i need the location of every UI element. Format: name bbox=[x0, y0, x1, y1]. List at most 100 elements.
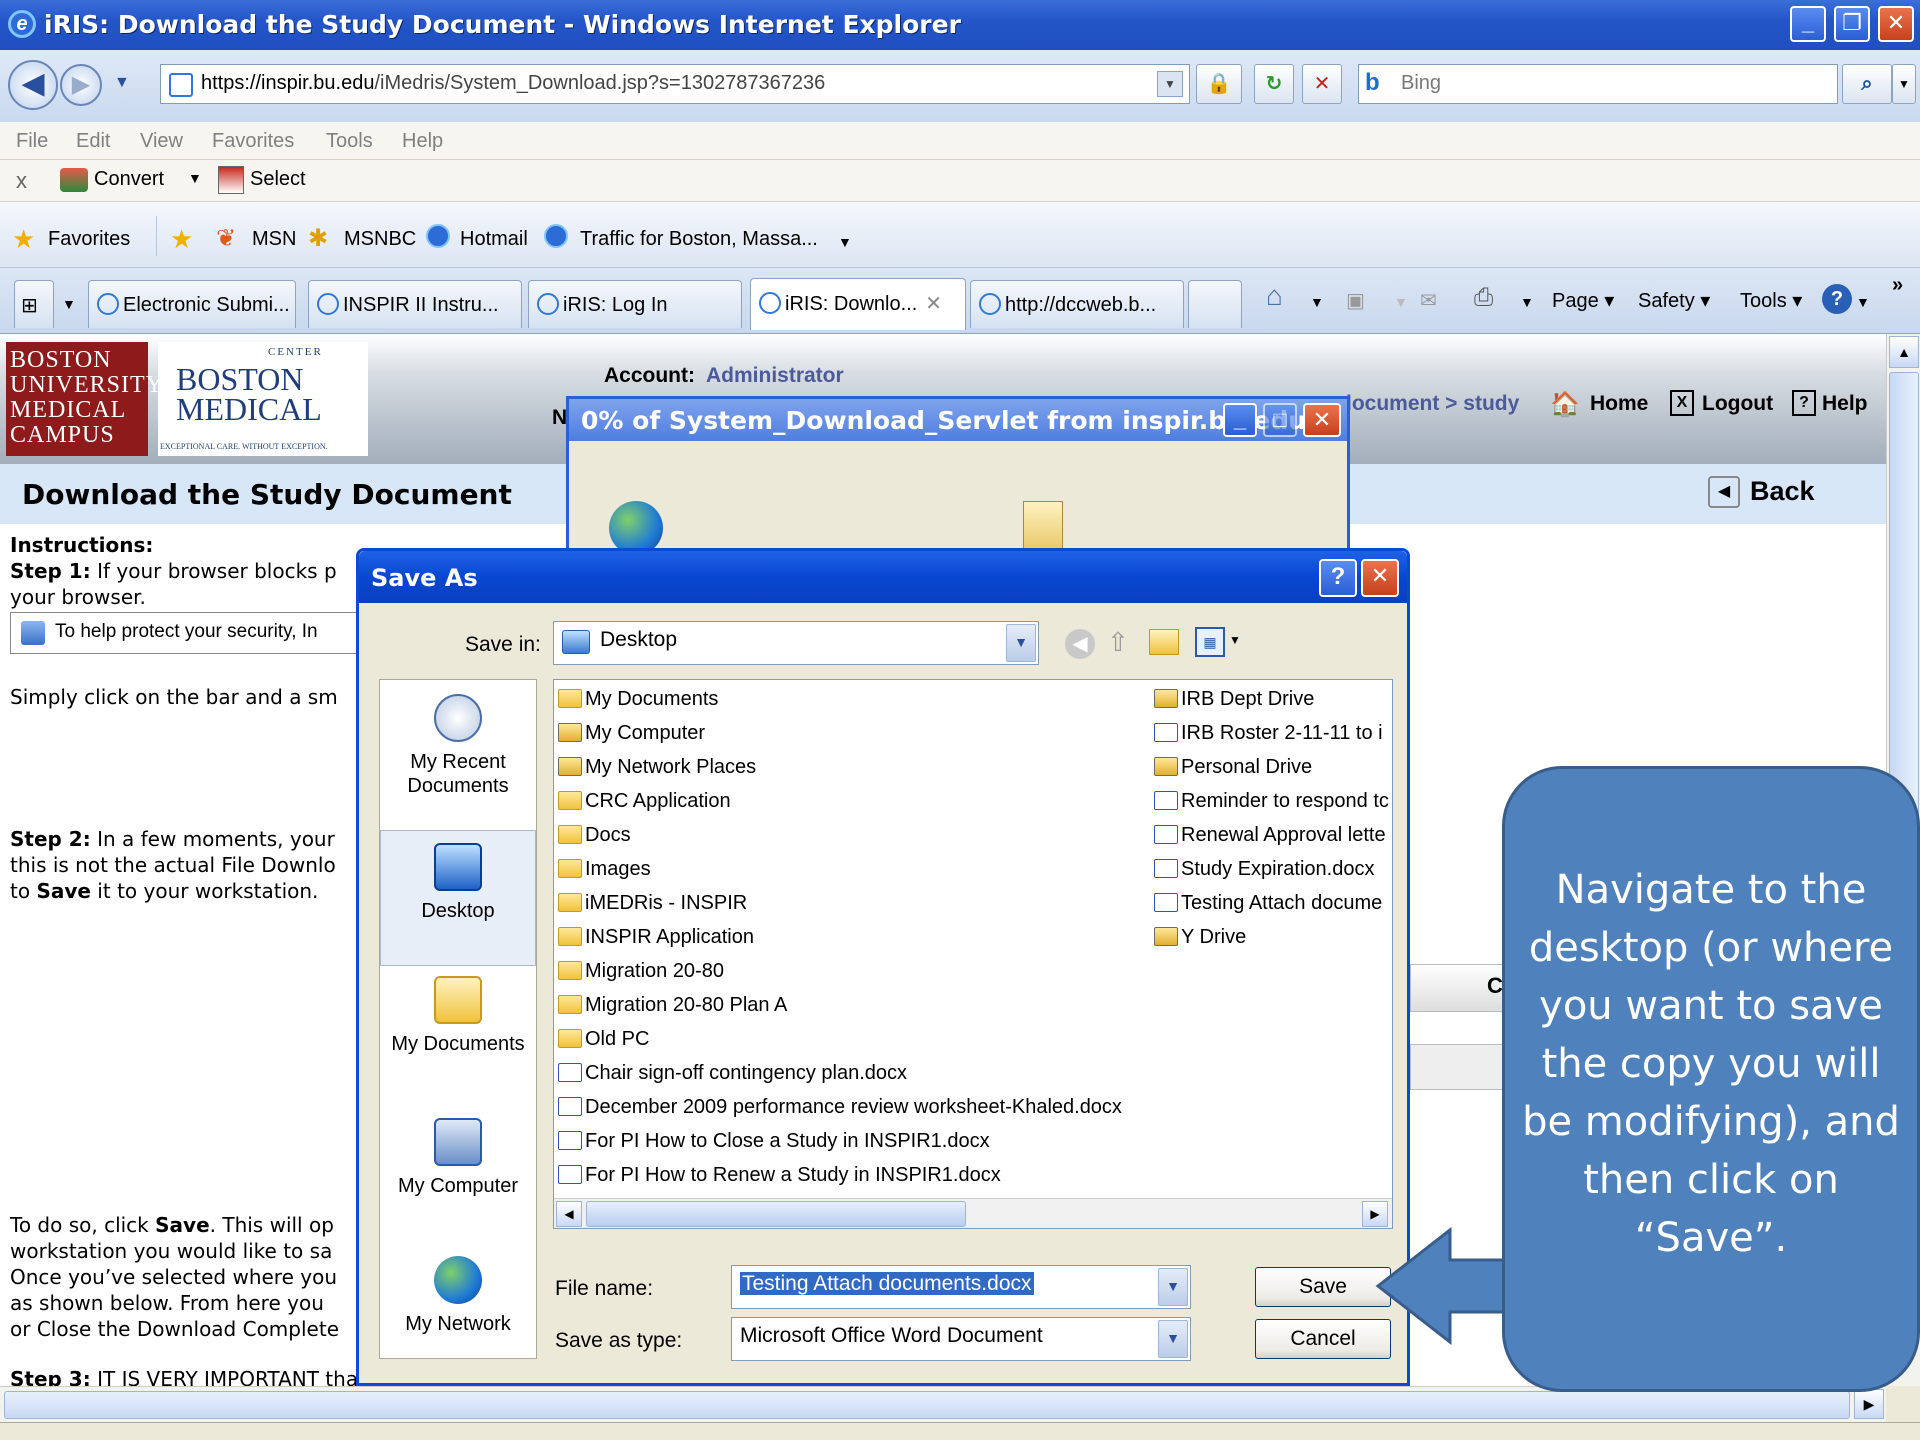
file-item[interactable]: For PI How to Close a Study in INSPIR1.d… bbox=[558, 1130, 990, 1153]
favorites-button[interactable]: Favorites bbox=[48, 228, 130, 251]
home-dropdown-icon[interactable]: ▼ bbox=[1310, 294, 1324, 310]
folder-item[interactable]: CRC Application bbox=[558, 790, 731, 813]
back-icon[interactable]: ◀ bbox=[1065, 629, 1095, 659]
stop-icon[interactable]: ✕ bbox=[1302, 64, 1342, 104]
help-icon[interactable]: ? bbox=[1319, 559, 1357, 597]
menu-view[interactable]: View bbox=[140, 130, 183, 153]
file-item[interactable]: Chair sign-off contingency plan.docx bbox=[558, 1062, 907, 1085]
place-my-computer[interactable]: My Computer bbox=[380, 1118, 536, 1198]
fav-traffic[interactable]: Traffic for Boston, Massa... bbox=[580, 228, 818, 251]
close-icon[interactable]: ✕ bbox=[1878, 6, 1914, 42]
menu-favorites[interactable]: Favorites bbox=[212, 130, 294, 153]
nav-dropdown-icon[interactable]: ▼ bbox=[114, 74, 130, 92]
restore-icon[interactable]: ❐ bbox=[1834, 6, 1870, 42]
feeds-dropdown-icon[interactable]: ▼ bbox=[1394, 294, 1408, 310]
place-recent[interactable]: My Recent Documents bbox=[380, 694, 536, 798]
place-my-network[interactable]: My Network bbox=[380, 1256, 536, 1336]
drive-item[interactable]: My Network Places bbox=[558, 756, 756, 779]
back-link[interactable]: Back bbox=[1750, 476, 1815, 507]
tab-close-icon[interactable]: ✕ bbox=[925, 293, 942, 315]
search-options-icon[interactable]: ▼ bbox=[1892, 64, 1916, 104]
close-icon[interactable]: ✕ bbox=[1303, 403, 1341, 437]
file-item[interactable]: December 2009 performance review workshe… bbox=[558, 1096, 1122, 1119]
file-item[interactable]: Reminder to respond tc bbox=[1154, 790, 1389, 813]
scroll-right-icon[interactable]: ▶ bbox=[1362, 1201, 1388, 1227]
address-dropdown-icon[interactable]: ▼ bbox=[1157, 71, 1183, 97]
file-item[interactable]: IRB Roster 2-11-11 to i bbox=[1154, 722, 1383, 745]
folder-item[interactable]: iMEDRis - INSPIR bbox=[558, 892, 747, 915]
new-tab-button[interactable] bbox=[1188, 280, 1242, 328]
folder-item[interactable]: Old PC bbox=[558, 1028, 649, 1051]
lock-icon[interactable]: 🔒 bbox=[1196, 64, 1242, 104]
menu-file[interactable]: File bbox=[16, 130, 48, 153]
logout-link[interactable]: Logout bbox=[1702, 392, 1773, 416]
file-item[interactable]: Study Expiration.docx bbox=[1154, 858, 1374, 881]
h-scroll-thumb[interactable] bbox=[586, 1201, 966, 1227]
search-icon[interactable]: ⌕ bbox=[1842, 64, 1892, 104]
drive-item[interactable]: IRB Dept Drive bbox=[1154, 688, 1314, 711]
page-menu[interactable]: Page ▾ bbox=[1552, 288, 1614, 313]
home-icon[interactable]: ⌂ bbox=[1266, 280, 1283, 312]
back-arrow-icon[interactable]: ◀ bbox=[8, 60, 58, 110]
chevron-down-icon[interactable]: ▼ bbox=[1158, 1268, 1188, 1306]
add-favorite-icon[interactable]: ★ bbox=[170, 224, 193, 255]
minimize-icon[interactable]: _ bbox=[1790, 6, 1826, 42]
refresh-icon[interactable]: ↻ bbox=[1254, 64, 1294, 104]
drive-item[interactable]: Y Drive bbox=[1154, 926, 1246, 949]
tab-electronic-submission[interactable]: Electronic Submi... bbox=[88, 280, 296, 328]
chevron-more-icon[interactable]: » bbox=[1892, 274, 1903, 297]
filename-input[interactable]: Testing Attach documents.docx ▼ bbox=[731, 1265, 1191, 1309]
window-title-bar[interactable]: e iRIS: Download the Study Document - Wi… bbox=[0, 0, 1920, 50]
print-icon[interactable]: ⎙ bbox=[1474, 284, 1493, 312]
h-scroll-thumb[interactable] bbox=[4, 1391, 1850, 1419]
file-item[interactable]: Testing Attach docume bbox=[1154, 892, 1382, 915]
scroll-left-icon[interactable]: ◀ bbox=[556, 1201, 582, 1227]
fav-dropdown-icon[interactable]: ▼ bbox=[838, 234, 852, 250]
cancel-button[interactable]: Cancel bbox=[1255, 1319, 1391, 1359]
save-type-select[interactable]: Microsoft Office Word Document ▼ bbox=[731, 1317, 1191, 1361]
search-input[interactable]: b Bing bbox=[1358, 64, 1838, 104]
scroll-up-icon[interactable]: ▲ bbox=[1889, 336, 1919, 368]
file-list-hscrollbar[interactable]: ◀ ▶ bbox=[554, 1198, 1392, 1228]
close-toolbar-icon[interactable]: x bbox=[16, 168, 27, 194]
menu-edit[interactable]: Edit bbox=[76, 130, 110, 153]
help-dropdown-icon[interactable]: ▼ bbox=[1856, 294, 1870, 310]
folder-item[interactable]: My Documents bbox=[558, 688, 718, 711]
place-my-documents[interactable]: My Documents bbox=[380, 976, 536, 1056]
quick-tabs-icon[interactable]: ⊞ bbox=[14, 280, 54, 328]
security-info-bar[interactable]: To help protect your security, In bbox=[10, 612, 370, 654]
file-list[interactable]: My Documents My Computer My Network Places… bbox=[553, 679, 1393, 1229]
address-input[interactable]: https://inspir.bu.edu/iMedris/System_Dow… bbox=[160, 64, 1190, 104]
safety-menu[interactable]: Safety ▾ bbox=[1638, 288, 1710, 313]
print-dropdown-icon[interactable]: ▼ bbox=[1520, 294, 1534, 310]
tools-menu[interactable]: Tools ▾ bbox=[1740, 288, 1802, 313]
folder-item[interactable]: INSPIR Application bbox=[558, 926, 754, 949]
forward-arrow-icon[interactable]: ▶ bbox=[60, 64, 102, 106]
menu-help[interactable]: Help bbox=[402, 130, 443, 153]
home-link[interactable]: Home bbox=[1590, 392, 1648, 416]
close-icon[interactable]: ✕ bbox=[1361, 559, 1399, 597]
folder-item[interactable]: Images bbox=[558, 858, 651, 881]
save-dialog-title[interactable]: Save As bbox=[359, 551, 1407, 603]
breadcrumb[interactable]: locument > study bbox=[1346, 392, 1519, 416]
fav-hotmail[interactable]: Hotmail bbox=[460, 228, 528, 251]
menu-tools[interactable]: Tools bbox=[326, 130, 373, 153]
feeds-icon[interactable]: ▣ bbox=[1346, 288, 1365, 313]
tab-list-dropdown-icon[interactable]: ▼ bbox=[62, 296, 76, 312]
file-item[interactable]: Renewal Approval lette bbox=[1154, 824, 1386, 847]
help-link[interactable]: Help bbox=[1822, 392, 1868, 416]
save-button[interactable]: Save bbox=[1255, 1267, 1391, 1307]
help-icon[interactable]: ? bbox=[1822, 284, 1852, 314]
tab-inspir-instructions[interactable]: INSPIR II Instru... bbox=[308, 280, 522, 328]
chevron-down-icon[interactable]: ▼ bbox=[1158, 1320, 1188, 1358]
view-dropdown-icon[interactable]: ▼ bbox=[1229, 633, 1241, 647]
scroll-right-icon[interactable]: ▶ bbox=[1854, 1389, 1884, 1419]
drive-item[interactable]: My Computer bbox=[558, 722, 705, 745]
folder-item[interactable]: Migration 20-80 Plan A bbox=[558, 994, 787, 1017]
minimize-icon[interactable]: _ bbox=[1223, 403, 1257, 437]
tab-iris-download[interactable]: iRIS: Downlo... ✕ bbox=[750, 278, 966, 330]
mail-icon[interactable]: ✉ bbox=[1420, 288, 1437, 313]
up-folder-icon[interactable]: ⇧ bbox=[1107, 627, 1129, 658]
new-folder-icon[interactable] bbox=[1149, 629, 1179, 655]
tab-dccweb[interactable]: http://dccweb.b... bbox=[970, 280, 1184, 328]
